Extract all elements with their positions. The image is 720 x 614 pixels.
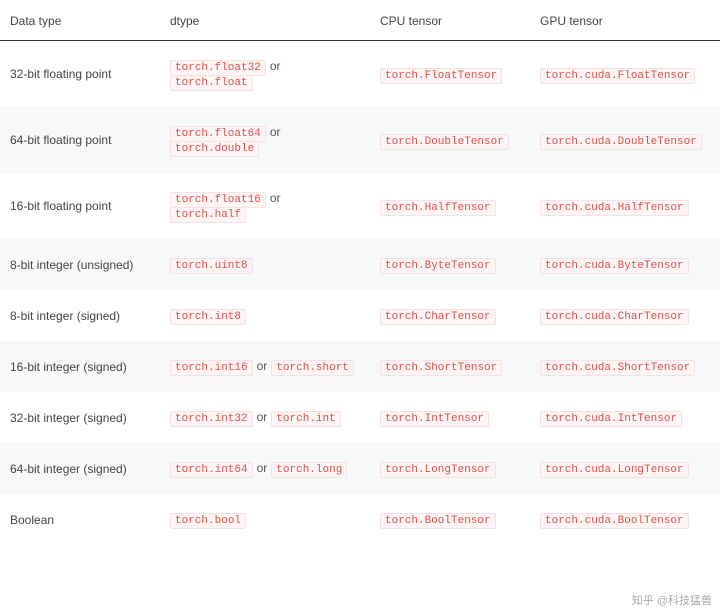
table-row: 32-bit floating pointtorch.float32ortorc… bbox=[0, 41, 720, 108]
table-row: 16-bit floating pointtorch.float16ortorc… bbox=[0, 173, 720, 239]
cell-cpu: torch.ShortTensor bbox=[370, 341, 530, 392]
cpu-tensor-code: torch.IntTensor bbox=[380, 411, 489, 427]
gpu-tensor-code: torch.cuda.ByteTensor bbox=[540, 258, 689, 274]
gpu-tensor-code: torch.cuda.LongTensor bbox=[540, 462, 689, 478]
cell-cpu: torch.CharTensor bbox=[370, 290, 530, 341]
table-row: 16-bit integer (signed)torch.int16ortorc… bbox=[0, 341, 720, 392]
cpu-tensor-code: torch.HalfTensor bbox=[380, 200, 496, 216]
gpu-tensor-code: torch.cuda.IntTensor bbox=[540, 411, 682, 427]
cell-cpu: torch.LongTensor bbox=[370, 443, 530, 494]
cell-gpu: torch.cuda.IntTensor bbox=[530, 392, 720, 443]
gpu-tensor-code: torch.cuda.FloatTensor bbox=[540, 68, 695, 84]
cpu-tensor-code: torch.ByteTensor bbox=[380, 258, 496, 274]
cell-dtype: torch.float64 or torch.double bbox=[160, 107, 370, 173]
or-label: or bbox=[257, 359, 268, 373]
cpu-tensor-code: torch.ShortTensor bbox=[380, 360, 502, 376]
table-header-row: Data type dtype CPU tensor GPU tensor bbox=[0, 0, 720, 41]
dtype-code: torch.uint8 bbox=[170, 258, 253, 274]
dtype-code: torch.int16 bbox=[170, 360, 253, 376]
cell-data-type: 8-bit integer (signed) bbox=[0, 290, 160, 341]
cell-dtype: torch.int32 ortorch.int bbox=[160, 392, 370, 443]
cell-cpu: torch.IntTensor bbox=[370, 392, 530, 443]
col-cpu: CPU tensor bbox=[370, 0, 530, 41]
cell-gpu: torch.cuda.ShortTensor bbox=[530, 341, 720, 392]
gpu-tensor-code: torch.cuda.BoolTensor bbox=[540, 513, 689, 529]
or-label: or bbox=[257, 410, 268, 424]
table-row: 64-bit floating pointtorch.float64ortorc… bbox=[0, 107, 720, 173]
dtype-code-alt: torch.half bbox=[170, 207, 246, 223]
gpu-tensor-code: torch.cuda.HalfTensor bbox=[540, 200, 689, 216]
cell-gpu: torch.cuda.LongTensor bbox=[530, 443, 720, 494]
dtype-code: torch.int8 bbox=[170, 309, 246, 325]
cell-data-type: 16-bit floating point bbox=[0, 173, 160, 239]
cell-data-type: 64-bit floating point bbox=[0, 107, 160, 173]
gpu-tensor-code: torch.cuda.DoubleTensor bbox=[540, 134, 702, 150]
cell-gpu: torch.cuda.HalfTensor bbox=[530, 173, 720, 239]
dtype-code: torch.float64 bbox=[170, 126, 266, 142]
cell-cpu: torch.BoolTensor bbox=[370, 494, 530, 545]
cell-gpu: torch.cuda.ByteTensor bbox=[530, 239, 720, 290]
cell-gpu: torch.cuda.CharTensor bbox=[530, 290, 720, 341]
cell-data-type: 8-bit integer (unsigned) bbox=[0, 239, 160, 290]
dtype-code: torch.float16 bbox=[170, 192, 266, 208]
or-label: or bbox=[270, 191, 281, 205]
cell-data-type: 64-bit integer (signed) bbox=[0, 443, 160, 494]
dtype-code: torch.bool bbox=[170, 513, 246, 529]
cpu-tensor-code: torch.BoolTensor bbox=[380, 513, 496, 529]
cell-cpu: torch.FloatTensor bbox=[370, 41, 530, 108]
or-label: or bbox=[270, 125, 281, 139]
dtype-code-alt: torch.float bbox=[170, 75, 253, 91]
cell-cpu: torch.HalfTensor bbox=[370, 173, 530, 239]
dtype-code: torch.int64 bbox=[170, 462, 253, 478]
gpu-tensor-code: torch.cuda.ShortTensor bbox=[540, 360, 695, 376]
cell-dtype: torch.bool bbox=[160, 494, 370, 545]
cell-dtype: torch.float32 or torch.float bbox=[160, 41, 370, 108]
cpu-tensor-code: torch.DoubleTensor bbox=[380, 134, 509, 150]
cell-data-type: 32-bit floating point bbox=[0, 41, 160, 108]
or-label: or bbox=[257, 461, 268, 475]
dtype-code-alt: torch.long bbox=[271, 462, 347, 478]
table-row: 8-bit integer (unsigned) torch.uint8 torch… bbox=[0, 239, 720, 290]
col-gpu: GPU tensor bbox=[530, 0, 720, 41]
table-row: Boolean torch.bool torch.BoolTensor torch.c… bbox=[0, 494, 720, 545]
cell-data-type: 16-bit integer (signed) bbox=[0, 341, 160, 392]
cell-gpu: torch.cuda.BoolTensor bbox=[530, 494, 720, 545]
dtype-code: torch.float32 bbox=[170, 60, 266, 76]
dtype-code-alt: torch.short bbox=[271, 360, 354, 376]
table-row: 32-bit integer (signed)torch.int32ortorc… bbox=[0, 392, 720, 443]
dtype-code: torch.int32 bbox=[170, 411, 253, 427]
cell-dtype: torch.int16 ortorch.short bbox=[160, 341, 370, 392]
col-dtype: dtype bbox=[160, 0, 370, 41]
tensor-dtype-table: Data type dtype CPU tensor GPU tensor 32… bbox=[0, 0, 720, 545]
cell-dtype: torch.uint8 bbox=[160, 239, 370, 290]
table-row: 64-bit integer (signed)torch.int64ortorc… bbox=[0, 443, 720, 494]
dtype-code-alt: torch.int bbox=[271, 411, 340, 427]
dtype-code-alt: torch.double bbox=[170, 141, 259, 157]
table-row: 8-bit integer (signed) torch.int8 torch.Ch… bbox=[0, 290, 720, 341]
col-data-type: Data type bbox=[0, 0, 160, 41]
cell-gpu: torch.cuda.FloatTensor bbox=[530, 41, 720, 108]
or-label: or bbox=[270, 59, 281, 73]
cell-data-type: Boolean bbox=[0, 494, 160, 545]
cell-gpu: torch.cuda.DoubleTensor bbox=[530, 107, 720, 173]
cpu-tensor-code: torch.LongTensor bbox=[380, 462, 496, 478]
cpu-tensor-code: torch.FloatTensor bbox=[380, 68, 502, 84]
cpu-tensor-code: torch.CharTensor bbox=[380, 309, 496, 325]
cell-cpu: torch.DoubleTensor bbox=[370, 107, 530, 173]
cell-cpu: torch.ByteTensor bbox=[370, 239, 530, 290]
gpu-tensor-code: torch.cuda.CharTensor bbox=[540, 309, 689, 325]
cell-dtype: torch.float16 or torch.half bbox=[160, 173, 370, 239]
cell-data-type: 32-bit integer (signed) bbox=[0, 392, 160, 443]
cell-dtype: torch.int8 bbox=[160, 290, 370, 341]
watermark: 知乎 @科技猛兽 bbox=[632, 592, 712, 608]
cell-dtype: torch.int64 ortorch.long bbox=[160, 443, 370, 494]
